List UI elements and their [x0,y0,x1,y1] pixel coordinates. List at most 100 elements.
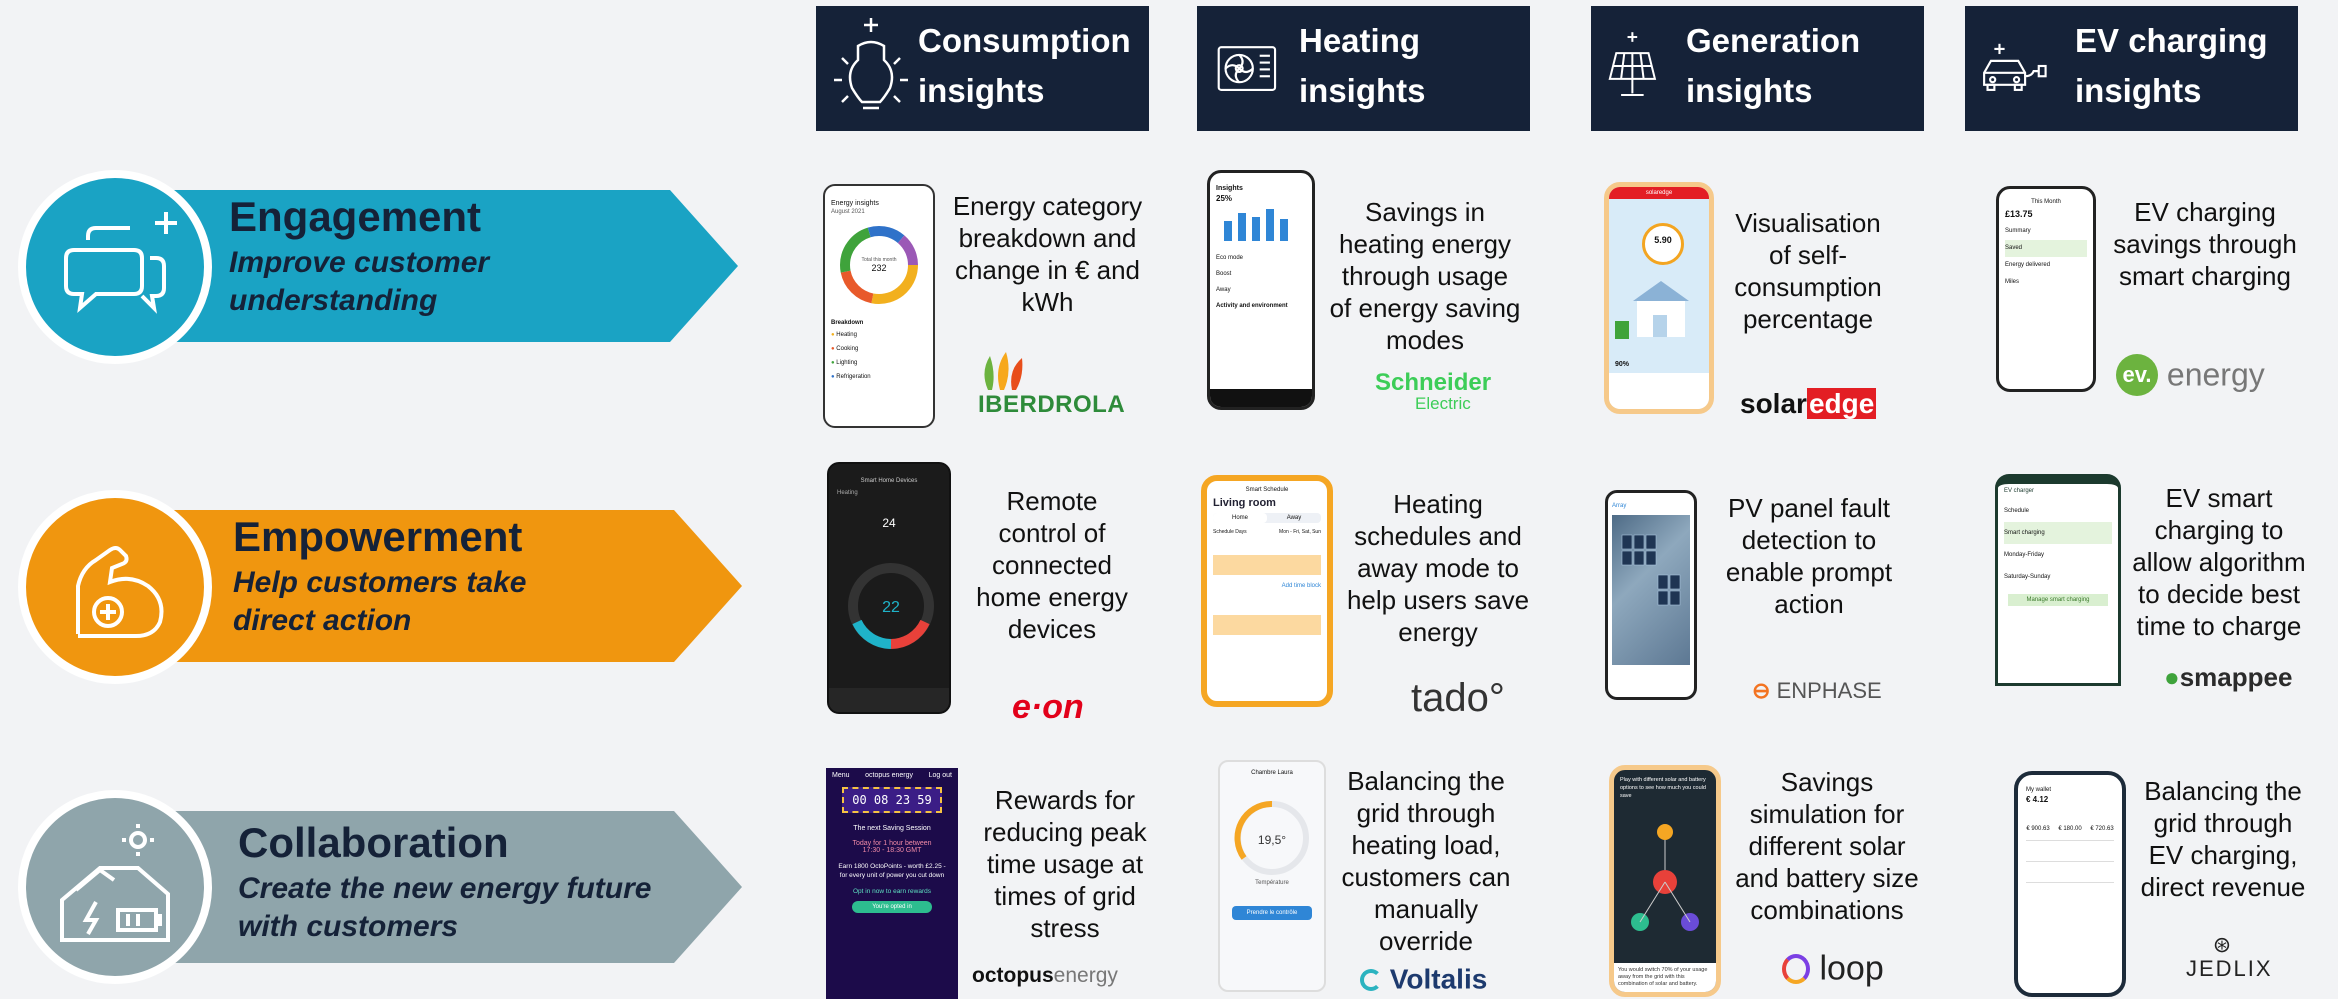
column-title-line1: Heating [1299,22,1421,59]
app-screenshot-smappee: EV charger Schedule Smart charging Monda… [1995,474,2121,686]
list-item: Summary [2005,228,2031,234]
smappee-leaf-icon: ● [2164,662,2180,692]
wallet-stat: € 900.63 [2026,826,2050,832]
logo-text: ENPHASE [1776,678,1882,703]
cell-description: Rewards for reducing peak time usage at tim… [983,785,1147,943]
schedule-days-value: Mon - Fri, Sat, Sun [1279,529,1321,535]
phone-nav-bar [1210,389,1312,407]
logo-text: Voltalis [1389,963,1488,995]
screen-footer: You would switch 70% of your usage away … [1614,963,1716,992]
temperature-label: Température [1255,880,1289,886]
column-title-line1: Consumption [918,22,1131,59]
logo-text: smappee [2179,662,2293,692]
list-item: Activity and environment [1216,303,1288,309]
cell-description: Savings in heating energy through usage of … [1329,197,1521,355]
logo-text-accent: edge [1806,388,1877,419]
opted-in-button[interactable]: You're opted in [852,901,932,913]
dial-temperature: 22 [882,599,900,616]
logout-link[interactable]: Log out [929,772,952,779]
menu-link[interactable]: Menu [832,772,850,779]
flexed-arm-icon [76,546,164,638]
column-title-line1: Generation [1686,22,1861,59]
schedule-days-label: Schedule Days [1213,529,1247,535]
column-header-heating: Heating insights [1197,6,1530,131]
screen-header: solaredge [1609,187,1709,199]
list-item: Away [1216,287,1231,293]
cell-description: PV panel fault detection to enable prompt a… [1725,493,1893,619]
row-title: Collaboration [238,819,509,866]
column-title-line1: EV charging [2075,22,2268,59]
list-item [2026,882,2114,901]
screen-percentage: 90% [1615,361,1630,368]
session-time: 17:30 - 18:30 GMT [862,847,922,854]
logo-text: octopus [972,964,1054,987]
row-title: Engagement [229,193,482,240]
iberdrola-leaves-icon [984,352,1023,390]
tab-away[interactable]: Away [1267,513,1321,523]
add-time-block-link[interactable]: Add time block [1207,575,1327,597]
house-illustration [1615,281,1689,339]
screen-header: Smart Home Devices [860,478,918,484]
list-item: Saturday-Sunday [2004,574,2051,580]
list-item: ● Cooking [831,346,859,352]
cell-description: Visualisation of self-consumption percenta… [1734,208,1882,334]
logo-solaredge: solaredge [1740,388,1877,420]
column-title-line2: insights [1299,72,1426,109]
screen-header: My wallet [2026,787,2052,793]
row-subtitle-line1: Improve customer [229,246,490,279]
list-item: Saved [2005,240,2087,257]
screen-header: Energy insights [831,200,879,207]
app-screenshot-eon: Smart Home Devices Heating 24 22 [827,462,951,714]
logo-ev-energy: ev. energy [2116,354,2265,396]
wallet-stat: € 180.00 [2058,826,2082,832]
row-subtitle-line2: with customers [238,910,459,943]
take-control-button[interactable]: Prendre le contrôle [1232,906,1312,920]
list-item [2026,861,2114,880]
logo-text: Schneider [1375,369,1492,396]
lightbulb-icon [834,18,908,110]
row-title: Empowerment [233,513,523,560]
logo-text: JEDLIX [2186,956,2273,981]
cell-description: Balancing the grid through heating load, cu… [1341,766,1511,956]
row-subtitle-line1: Help customers take [233,566,527,599]
app-screenshot-loop: Play with different solar and battery op… [1609,765,1721,997]
wallet-stat: € 720.63 [2090,826,2114,832]
screen-text: Play with different solar and battery op… [1620,777,1706,799]
column-title-line2: insights [2075,72,2202,109]
app-screenshot-octopus: Menu octopus energy Log out 00 08 23 59 … [826,768,958,999]
logo-iberdrola: IBERDROLA [978,348,1125,419]
manage-smart-charging-button[interactable]: Manage smart charging [2008,594,2108,606]
column-header-consumption: Consumption insights [816,6,1149,131]
logo-schneider-electric: Schneider Electric [1375,369,1492,414]
brand-label: octopus energy [865,772,914,779]
column-header-ev-charging: EV charging insights [1965,6,2298,131]
row-badge-empowerment [18,490,212,684]
session-reward: Earn 1800 OctoPoints - worth £2.25 - for… [838,863,946,879]
opt-in-text: Opt in now to earn rewards [852,888,932,895]
screen-setpoint: 24 [882,516,896,530]
app-screenshot-iberdrola: Energy insights August 2021 Total this m… [823,184,935,428]
donut-chart: Total this month 232 [840,226,918,304]
app-screenshot-schneider: Insights 25% Eco mode Boost Away Activit… [1207,170,1315,410]
screen-room: Chambre Laura [1251,770,1293,776]
solar-panel-icon [1608,32,1657,96]
session-when: Today for 1 hour between [852,840,932,847]
schedule-block[interactable] [1213,615,1321,635]
screen-header: Array [1612,503,1627,509]
screen-header: This Month [2031,199,2061,205]
cell-description: Savings simulation for different solar and … [1735,767,1919,925]
schedule-block[interactable] [1213,555,1321,575]
tab-home[interactable]: Home [1213,513,1267,523]
energy-flow-diagram [1631,824,1699,931]
row-badge-collaboration [18,790,212,984]
logo-text: loop [1819,949,1884,988]
dial-temperature: 19,5° [1258,833,1286,847]
column-title-line2: insights [918,72,1045,109]
row-subtitle-line2: direct action [233,604,412,637]
satellite-map [1612,515,1690,665]
logo-text: IBERDROLA [978,391,1126,418]
app-screenshot-solaredge: solaredge 5.90 90% [1604,182,1714,414]
cell-description: Heating schedules and away mode to help use… [1346,489,1530,647]
column-title-line2: insights [1686,72,1813,109]
list-item: Smart charging [2004,522,2112,544]
